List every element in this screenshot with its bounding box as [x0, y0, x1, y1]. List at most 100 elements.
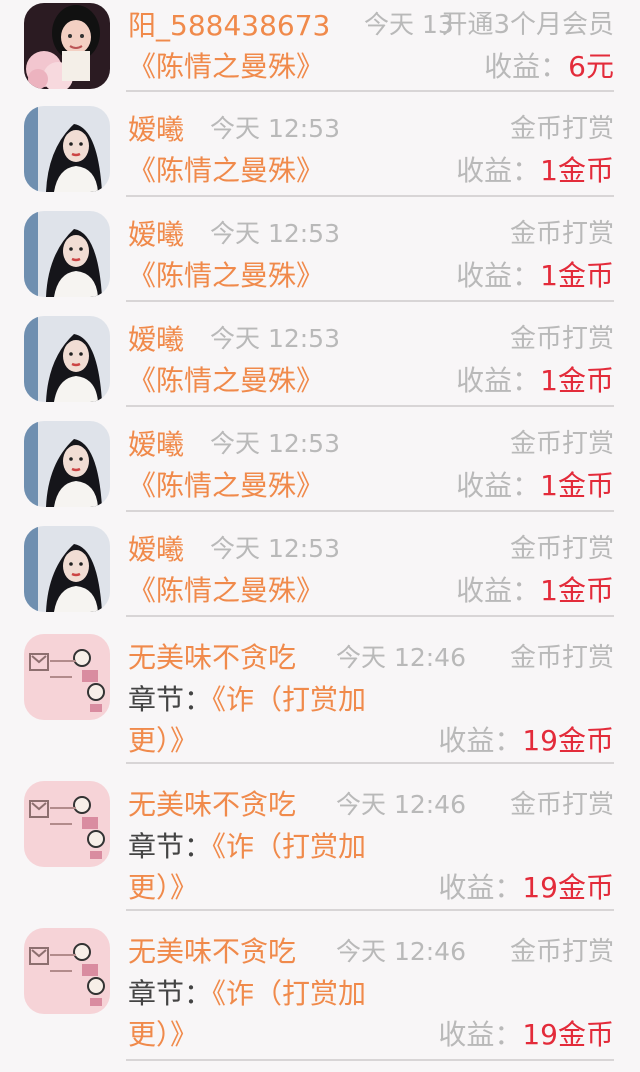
- list-item[interactable]: 无美味不贪吃 今天 12:46 金币打赏 章节：《诈（打赏加 更）》 收益：19…: [0, 764, 640, 911]
- timestamp: 今天 12:46: [336, 790, 466, 819]
- earnings-value: 19金币: [522, 1018, 614, 1051]
- avatar[interactable]: [24, 781, 110, 867]
- reward-type: 金币打赏: [509, 937, 614, 967]
- timestamp: 今天 13: [364, 10, 454, 39]
- book-title[interactable]: 《陈情之曼殊》: [128, 258, 324, 294]
- chapter-title-line-1[interactable]: 章节：《诈（打赏加: [128, 976, 366, 1012]
- list-item-content: 嫒曦 今天 12:53 金币打赏 《陈情之曼殊》 收益：1金币: [128, 92, 614, 197]
- list-item-content: 嫒曦 今天 12:53 金币打赏 《陈情之曼殊》 收益：1金币: [128, 512, 614, 617]
- chapter-title[interactable]: 更）》: [128, 1018, 198, 1051]
- earnings-label: 收益：: [484, 50, 569, 83]
- list-item[interactable]: 嫒曦 今天 12:53 金币打赏 《陈情之曼殊》 收益：1金币: [0, 92, 640, 197]
- earnings: 收益：1金币: [456, 153, 614, 189]
- earnings: 收益：1金币: [456, 468, 614, 504]
- earnings: 收益：6元: [484, 49, 614, 85]
- list-item-content: 无美味不贪吃 今天 12:46 金币打赏 章节：《诈（打赏加 更）》 收益：19…: [128, 617, 614, 764]
- earnings-label: 收益：: [456, 574, 541, 607]
- woman-portrait-avatar-icon: [24, 106, 110, 192]
- woman-portrait-avatar-icon: [24, 211, 110, 297]
- avatar[interactable]: [24, 526, 110, 612]
- pink-cartoon-avatar-icon: [24, 781, 110, 867]
- woman-with-roses-avatar-icon: [24, 3, 110, 89]
- woman-portrait-avatar-icon: [24, 316, 110, 402]
- avatar[interactable]: [24, 106, 110, 192]
- earnings: 收益：19金币: [438, 870, 614, 906]
- earnings: 收益：1金币: [456, 573, 614, 609]
- timestamp: 今天 12:53: [210, 219, 340, 248]
- avatar[interactable]: [24, 3, 110, 89]
- user-name[interactable]: 无美味不贪吃: [128, 787, 296, 823]
- earnings-label: 收益：: [438, 871, 523, 904]
- chapter-title-line-1[interactable]: 章节：《诈（打赏加: [128, 682, 366, 718]
- earnings: 收益：19金币: [438, 1017, 614, 1053]
- reward-type: 金币打赏: [509, 324, 614, 354]
- user-name[interactable]: 嫒曦: [128, 217, 184, 253]
- earnings-value: 19金币: [522, 871, 614, 904]
- divider: [126, 1059, 614, 1061]
- pink-cartoon-avatar-icon: [24, 634, 110, 720]
- earnings: 收益：1金币: [456, 363, 614, 399]
- chapter-title-line-2[interactable]: 更）》: [128, 870, 198, 906]
- chapter-title-line-1[interactable]: 章节：《诈（打赏加: [128, 829, 366, 865]
- user-name[interactable]: 无美味不贪吃: [128, 934, 296, 970]
- earnings-label: 收益：: [456, 364, 541, 397]
- earnings-value: 1金币: [540, 469, 614, 502]
- earnings-label: 收益：: [456, 154, 541, 187]
- user-name[interactable]: 嫒曦: [128, 532, 184, 568]
- book-title[interactable]: 《陈情之曼殊》: [128, 153, 324, 189]
- pink-cartoon-avatar-icon: [24, 928, 110, 1014]
- list-item-content: 无美味不贪吃 今天 12:46 金币打赏 章节：《诈（打赏加 更）》 收益：19…: [128, 911, 614, 1061]
- chapter-label: 章节：: [128, 977, 213, 1010]
- earnings-value: 6元: [568, 50, 614, 83]
- earnings-value: 1金币: [540, 364, 614, 397]
- earnings-value: 1金币: [540, 154, 614, 187]
- avatar[interactable]: [24, 211, 110, 297]
- woman-portrait-avatar-icon: [24, 421, 110, 507]
- earnings: 收益：1金币: [456, 258, 614, 294]
- user-name[interactable]: 阳_588438673: [128, 8, 330, 44]
- earnings-label: 收益：: [456, 469, 541, 502]
- avatar[interactable]: [24, 316, 110, 402]
- avatar[interactable]: [24, 928, 110, 1014]
- chapter-title[interactable]: 《诈（打赏加: [212, 830, 366, 863]
- chapter-title[interactable]: 更）》: [128, 724, 198, 757]
- list-item[interactable]: 嫒曦 今天 12:53 金币打赏 《陈情之曼殊》 收益：1金币: [0, 197, 640, 302]
- book-title[interactable]: 《陈情之曼殊》: [128, 573, 324, 609]
- book-title[interactable]: 《陈情之曼殊》: [128, 468, 324, 504]
- list-item-content: 阳_588438673 今天 13 开通3个月会员 《陈情之曼殊》 收益：6元: [128, 0, 614, 92]
- list-item[interactable]: 嫒曦 今天 12:53 金币打赏 《陈情之曼殊》 收益：1金币: [0, 407, 640, 512]
- user-name[interactable]: 嫒曦: [128, 112, 184, 148]
- avatar[interactable]: [24, 634, 110, 720]
- earnings-value: 19金币: [522, 724, 614, 757]
- chapter-title[interactable]: 《诈（打赏加: [212, 977, 366, 1010]
- earnings-label: 收益：: [438, 724, 523, 757]
- list-item-content: 嫒曦 今天 12:53 金币打赏 《陈情之曼殊》 收益：1金币: [128, 302, 614, 407]
- list-item[interactable]: 无美味不贪吃 今天 12:46 金币打赏 章节：《诈（打赏加 更）》 收益：19…: [0, 911, 640, 1061]
- chapter-title-line-2[interactable]: 更）》: [128, 1017, 198, 1053]
- earnings-value: 1金币: [540, 259, 614, 292]
- reward-type: 开通3个月会员: [441, 10, 614, 40]
- reward-type: 金币打赏: [509, 429, 614, 459]
- list-item[interactable]: 嫒曦 今天 12:53 金币打赏 《陈情之曼殊》 收益：1金币: [0, 512, 640, 617]
- chapter-title[interactable]: 更）》: [128, 871, 198, 904]
- timestamp: 今天 12:53: [210, 534, 340, 563]
- list-item[interactable]: 阳_588438673 今天 13 开通3个月会员 《陈情之曼殊》 收益：6元: [0, 0, 640, 92]
- list-item-content: 嫒曦 今天 12:53 金币打赏 《陈情之曼殊》 收益：1金币: [128, 197, 614, 302]
- timestamp: 今天 12:53: [210, 114, 340, 143]
- book-title[interactable]: 《陈情之曼殊》: [128, 49, 324, 85]
- user-name[interactable]: 嫒曦: [128, 427, 184, 463]
- book-title[interactable]: 《陈情之曼殊》: [128, 363, 324, 399]
- user-name[interactable]: 嫒曦: [128, 322, 184, 358]
- chapter-label: 章节：: [128, 683, 213, 716]
- list-item-content: 无美味不贪吃 今天 12:46 金币打赏 章节：《诈（打赏加 更）》 收益：19…: [128, 764, 614, 911]
- chapter-label: 章节：: [128, 830, 213, 863]
- list-item[interactable]: 无美味不贪吃 今天 12:46 金币打赏 章节：《诈（打赏加 更）》 收益：19…: [0, 617, 640, 764]
- list-item[interactable]: 嫒曦 今天 12:53 金币打赏 《陈情之曼殊》 收益：1金币: [0, 302, 640, 407]
- user-name[interactable]: 无美味不贪吃: [128, 640, 296, 676]
- avatar[interactable]: [24, 421, 110, 507]
- reward-type: 金币打赏: [509, 790, 614, 820]
- chapter-title-line-2[interactable]: 更）》: [128, 723, 198, 759]
- chapter-title[interactable]: 《诈（打赏加: [212, 683, 366, 716]
- reward-type: 金币打赏: [509, 643, 614, 673]
- reward-type: 金币打赏: [509, 114, 614, 144]
